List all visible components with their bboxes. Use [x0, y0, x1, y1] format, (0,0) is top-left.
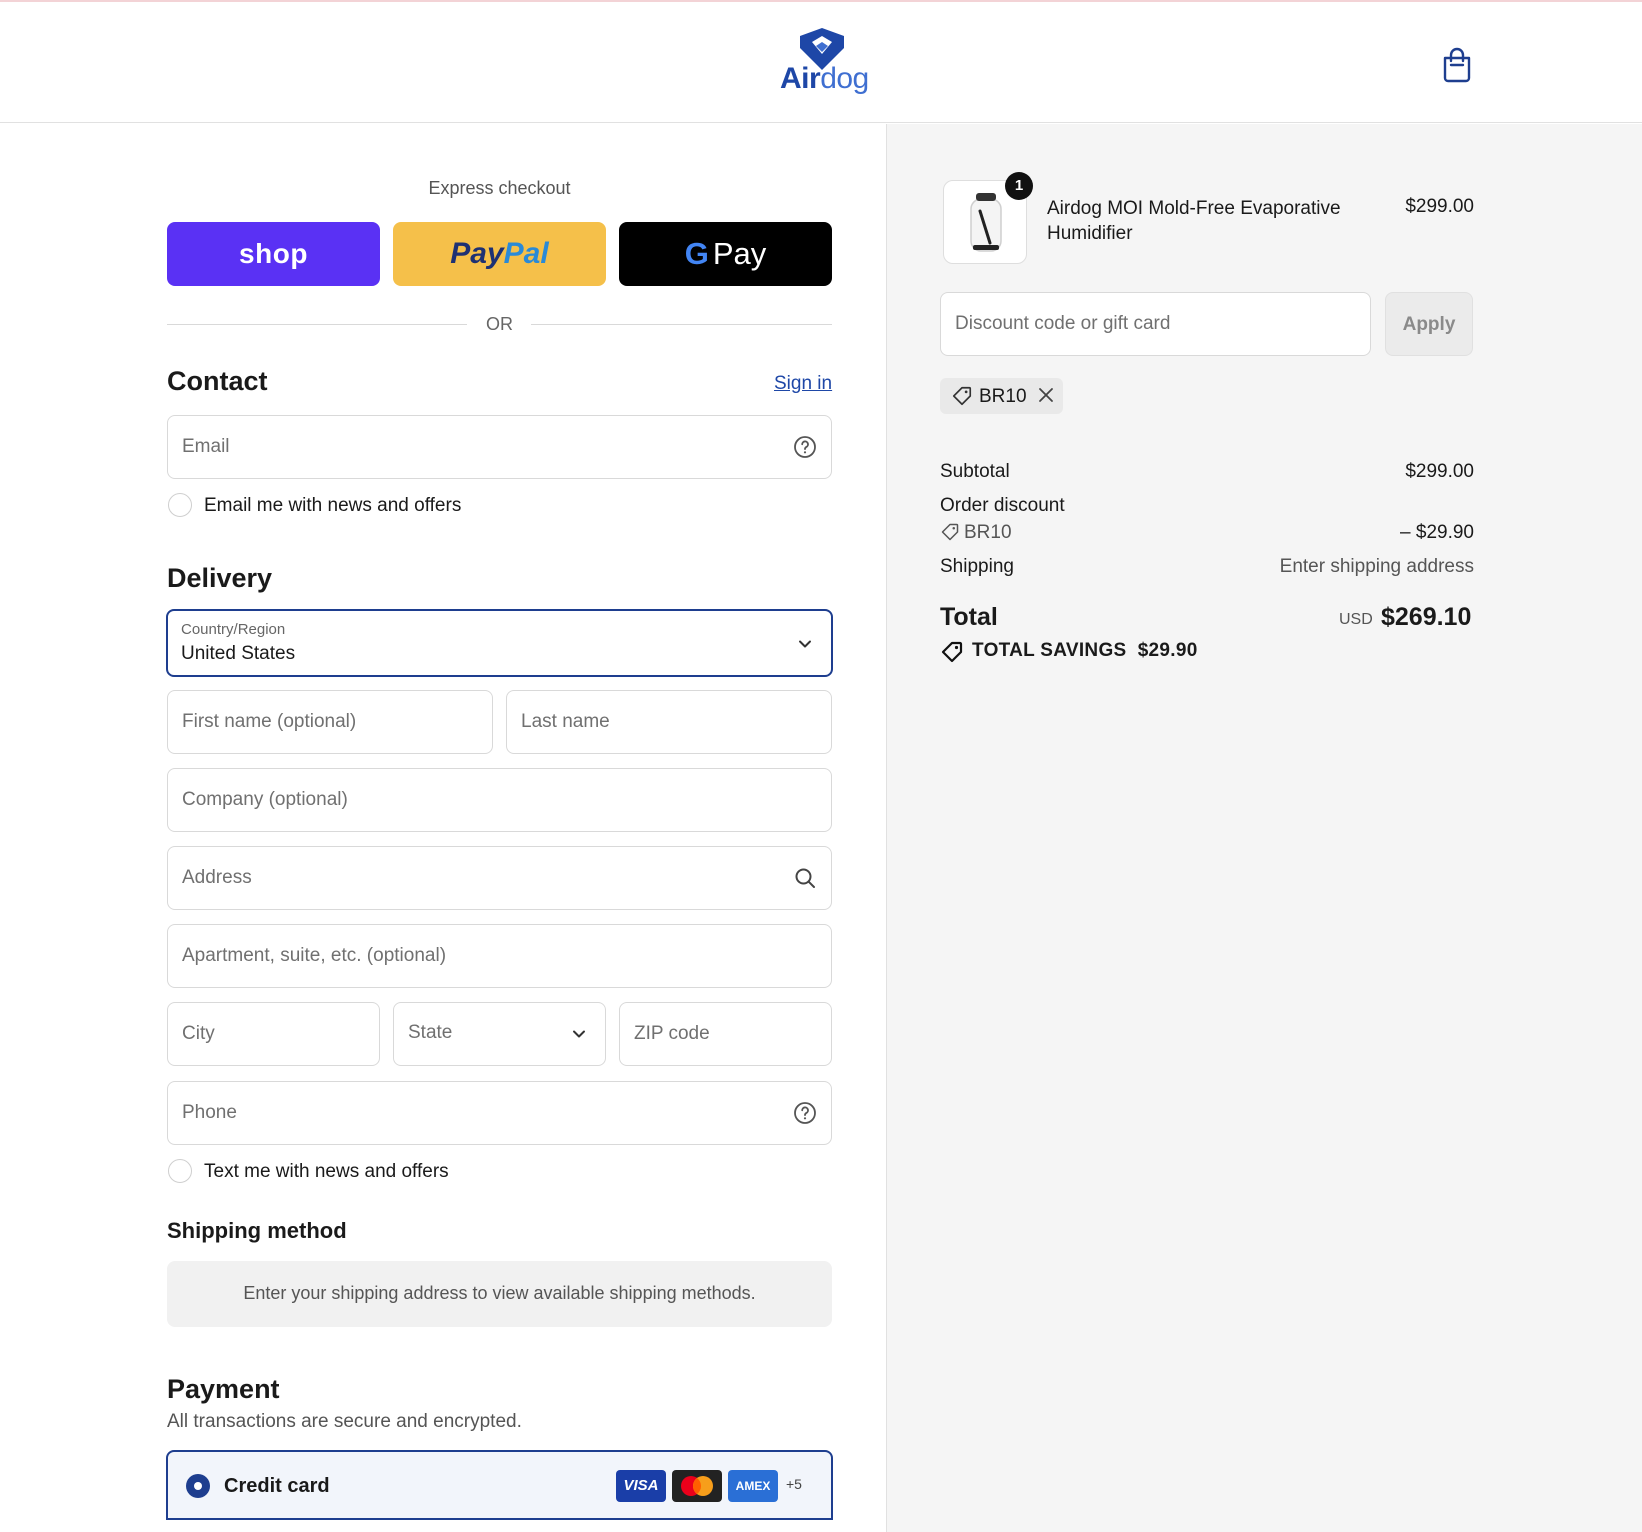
chevron-down-icon	[799, 640, 811, 648]
shop-pay-button[interactable]: shop	[167, 222, 380, 286]
paypal-label-2: Pal	[503, 237, 549, 270]
delivery-title: Delivery	[167, 563, 273, 593]
header: Airdog	[0, 2, 1642, 123]
or-text: OR	[486, 314, 513, 334]
phone-field[interactable]: Phone	[167, 1081, 832, 1145]
total-value: $269.10	[1381, 603, 1472, 631]
country-select[interactable]: Country/Region United States	[166, 609, 833, 677]
country-label: Country/Region	[181, 621, 286, 638]
credit-card-radio[interactable]	[186, 1474, 210, 1498]
text-news-label: Text me with news and offers	[204, 1161, 449, 1182]
shipping-method-title: Shipping method	[167, 1218, 347, 1243]
product-price: $299.00	[1405, 196, 1474, 217]
credit-card-option[interactable]: Credit card VISA AMEX +5	[166, 1450, 833, 1520]
help-icon[interactable]	[793, 1101, 817, 1125]
tag-icon	[941, 523, 959, 541]
last-name-field[interactable]: Last name	[506, 690, 832, 754]
google-g-icon: G	[684, 236, 709, 271]
city-placeholder: City	[182, 1023, 215, 1044]
savings-tag-icon	[941, 641, 963, 663]
product-name: Airdog MOI Mold-Free Evaporative Humidif…	[1047, 198, 1341, 244]
city-field[interactable]: City	[167, 1002, 380, 1066]
visa-label: VISA	[623, 1477, 659, 1494]
amex-label: AMEX	[735, 1479, 771, 1493]
phone-placeholder: Phone	[182, 1102, 237, 1123]
state-select[interactable]: State	[393, 1002, 606, 1066]
last-name-placeholder: Last name	[521, 711, 610, 732]
shipping-method-info: Enter your shipping address to view avai…	[167, 1261, 832, 1327]
country-value: United States	[181, 643, 296, 664]
paypal-label-1: Pay	[450, 237, 504, 270]
discount-chip: BR10	[940, 378, 1063, 414]
total-label: Total	[940, 603, 998, 631]
payment-subtitle: All transactions are secure and encrypte…	[167, 1411, 522, 1432]
brand-name[interactable]: Airdog	[780, 62, 869, 96]
express-checkout-label: Express checkout	[428, 178, 571, 198]
contact-title: Contact	[167, 366, 268, 396]
discount-code-input[interactable]: Discount code or gift card	[940, 292, 1371, 356]
more-cards-badge: +5	[786, 1476, 802, 1492]
visa-icon: VISA	[616, 1470, 666, 1502]
sign-in-link[interactable]: Sign in	[774, 373, 832, 395]
email-field[interactable]: Email	[167, 415, 832, 479]
email-placeholder: Email	[182, 436, 230, 457]
credit-card-label: Credit card	[224, 1475, 330, 1497]
tag-icon	[952, 386, 972, 406]
help-icon[interactable]	[793, 435, 817, 459]
text-news-checkbox[interactable]	[168, 1159, 192, 1183]
quantity-badge: 1	[1005, 172, 1033, 200]
mastercard-icon	[672, 1470, 722, 1502]
google-pay-label: Pay	[712, 236, 767, 271]
total-currency: USD	[1339, 611, 1373, 628]
order-discount-label: Order discount	[940, 495, 1065, 516]
shop-pay-label: shop	[239, 238, 308, 269]
first-name-field[interactable]: First name (optional)	[167, 690, 493, 754]
chevron-down-icon	[573, 1030, 585, 1038]
zip-placeholder: ZIP code	[634, 1023, 710, 1044]
email-news-label: Email me with news and offers	[204, 495, 462, 516]
discount-chip-code: BR10	[979, 386, 1027, 407]
google-pay-button[interactable]: G Pay	[619, 222, 832, 286]
paypal-button[interactable]: Pay Pal	[393, 222, 606, 286]
shipping-value: Enter shipping address	[1279, 556, 1474, 577]
brand-name-light: dog	[820, 62, 869, 95]
subtotal-value: $299.00	[1405, 461, 1474, 482]
address-field[interactable]: Address	[167, 846, 832, 910]
company-placeholder: Company (optional)	[182, 789, 348, 810]
total-savings: TOTAL SAVINGS $29.90	[972, 640, 1198, 662]
email-news-checkbox[interactable]	[168, 493, 192, 517]
search-icon[interactable]	[793, 866, 817, 890]
amex-icon: AMEX	[728, 1470, 778, 1502]
state-placeholder: State	[408, 1022, 453, 1043]
total-savings-value: $29.90	[1137, 640, 1198, 661]
total-savings-label: TOTAL SAVINGS	[972, 640, 1127, 661]
or-divider: OR	[167, 312, 832, 336]
brand-name-bold: Air	[780, 62, 821, 95]
apartment-field[interactable]: Apartment, suite, etc. (optional)	[167, 924, 832, 988]
discount-placeholder: Discount code or gift card	[955, 313, 1171, 334]
discount-code-text: BR10	[964, 522, 1012, 543]
payment-title: Payment	[167, 1374, 280, 1404]
shipping-label: Shipping	[940, 556, 1014, 577]
address-placeholder: Address	[182, 867, 252, 888]
zip-field[interactable]: ZIP code	[619, 1002, 832, 1066]
apartment-placeholder: Apartment, suite, etc. (optional)	[182, 945, 447, 966]
apply-button[interactable]: Apply	[1385, 292, 1473, 356]
close-icon[interactable]	[1036, 385, 1056, 405]
company-field[interactable]: Company (optional)	[167, 768, 832, 832]
mastercard-circles-icon	[681, 1476, 713, 1496]
subtotal-label: Subtotal	[940, 461, 1010, 482]
shopping-bag-icon[interactable]	[1440, 46, 1474, 84]
discount-value: – $29.90	[1400, 522, 1474, 543]
first-name-placeholder: First name (optional)	[182, 711, 357, 732]
